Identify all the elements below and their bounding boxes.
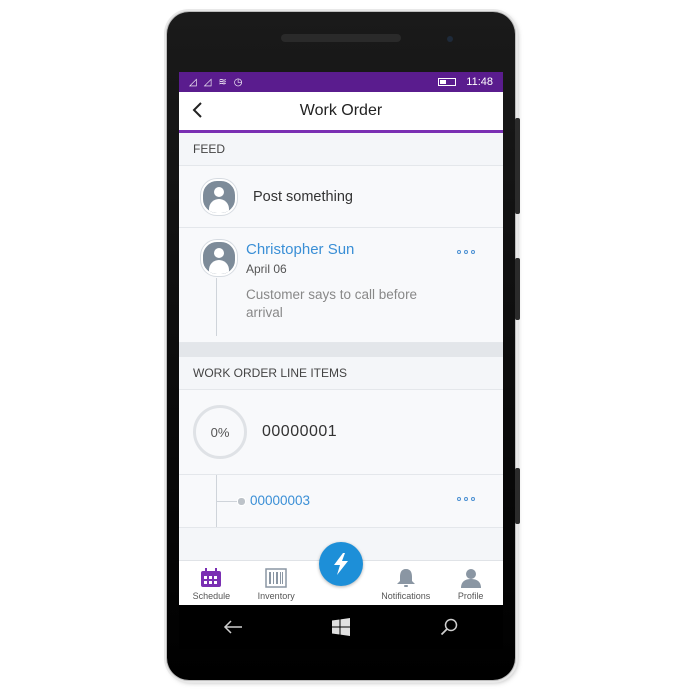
user-avatar-icon: [201, 178, 237, 215]
tab-inventory[interactable]: Inventory: [244, 561, 309, 605]
section-divider: [179, 343, 503, 357]
system-nav-bar: [179, 605, 503, 649]
more-options-icon[interactable]: [457, 497, 481, 507]
power-button[interactable]: [515, 258, 520, 320]
windows-start-icon[interactable]: [329, 615, 353, 639]
line-item-main[interactable]: 0% 00000001: [179, 390, 503, 475]
search-icon[interactable]: [437, 615, 461, 639]
progress-ring: 0%: [193, 405, 247, 459]
back-arrow-icon[interactable]: [221, 615, 245, 639]
sync-icon: ◷: [233, 76, 243, 88]
camera-button[interactable]: [515, 468, 520, 524]
status-time: 11:48: [466, 76, 493, 88]
line-item-child[interactable]: 00000003: [179, 475, 503, 528]
feed-item: Christopher Sun April 06 Customer says t…: [179, 228, 503, 343]
post-composer[interactable]: Post something: [179, 166, 503, 228]
author-avatar-icon: [201, 240, 237, 276]
back-chevron-icon[interactable]: [189, 100, 209, 120]
page-title: Work Order: [299, 102, 383, 119]
progress-label: 0%: [210, 424, 230, 440]
app-header: Work Order: [179, 92, 503, 133]
thread-line: [216, 278, 217, 336]
barcode-icon: [265, 568, 287, 588]
calendar-icon: [201, 568, 222, 587]
person-icon: [460, 569, 481, 588]
tab-schedule[interactable]: Schedule: [179, 561, 244, 605]
post-something-label[interactable]: Post something: [253, 189, 353, 205]
front-camera: [447, 36, 453, 42]
tab-label: Schedule: [192, 591, 231, 601]
status-bar: ◿ ◿ ≋ ◷ 11:48: [179, 72, 503, 92]
line-items-section-header: WORK ORDER LINE ITEMS: [179, 357, 503, 390]
battery-icon: [438, 78, 457, 86]
tab-profile[interactable]: Profile: [438, 561, 503, 605]
node-dot-icon: [237, 497, 246, 506]
bell-icon: [396, 569, 415, 587]
feed-author-link[interactable]: Christopher Sun: [246, 241, 354, 258]
signal-icon-2: ◿: [203, 76, 212, 88]
line-item-number: 00000001: [262, 423, 338, 440]
line-item-child-link[interactable]: 00000003: [250, 493, 310, 508]
tab-label: Profile: [457, 591, 484, 601]
tab-label: Notifications: [381, 591, 431, 601]
feed-section-header: FEED: [179, 133, 503, 166]
lightning-bolt-icon: [334, 553, 348, 575]
tab-notifications[interactable]: Notifications: [373, 561, 438, 605]
earpiece-speaker: [281, 34, 401, 42]
wifi-icon: ≋: [218, 76, 227, 88]
feed-message: Customer says to call before arrival: [246, 287, 418, 320]
app-screen: ◿ ◿ ≋ ◷ 11:48 Work Order FEED Post somet…: [179, 72, 503, 605]
signal-icon: ◿: [189, 76, 197, 88]
feed-date: April 06: [246, 262, 287, 276]
quick-action-button[interactable]: [319, 542, 363, 586]
volume-button[interactable]: [515, 118, 520, 214]
more-options-icon[interactable]: [457, 250, 481, 260]
tab-label: Inventory: [257, 591, 295, 601]
